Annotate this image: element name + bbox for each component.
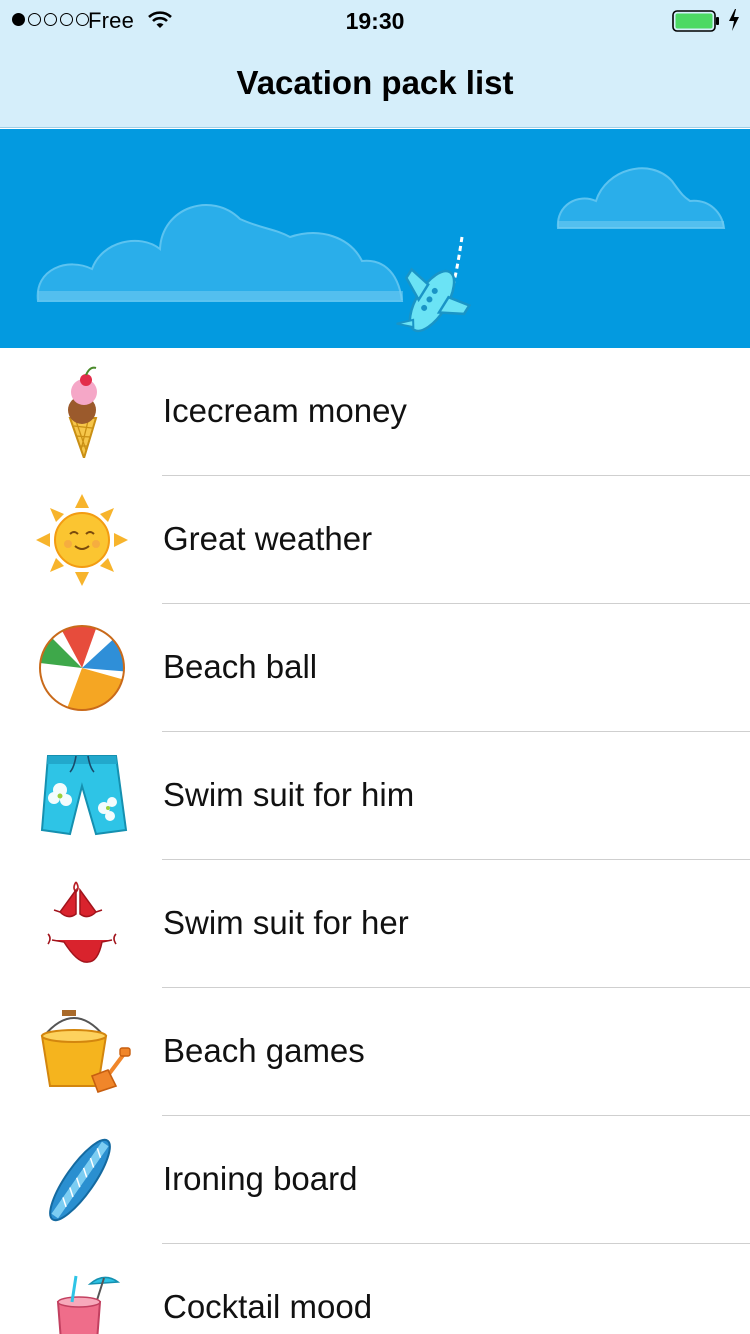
bucket-and-spade-icon xyxy=(40,1010,131,1094)
list-item[interactable]: Great weather xyxy=(0,476,750,604)
cocktail-icon xyxy=(56,1275,121,1334)
navigation-bar: Vacation pack list xyxy=(0,40,750,128)
list-item-label: Beach ball xyxy=(163,648,318,685)
cloud-icon xyxy=(556,167,726,229)
list-item-label: Swim suit for him xyxy=(163,776,415,813)
beach-ball-icon xyxy=(39,625,125,711)
list-item-label: Ironing board xyxy=(163,1160,358,1197)
cloud-icon xyxy=(36,204,404,302)
sun-icon xyxy=(36,494,128,586)
cloud-shadow xyxy=(38,291,403,300)
ice-cream-icon xyxy=(68,366,98,458)
battery-icon xyxy=(672,10,719,32)
cloud-shadow xyxy=(558,221,724,228)
status-time: 19:30 xyxy=(345,8,405,34)
charging-bolt-icon xyxy=(729,9,739,31)
list-item[interactable]: Swim suit for her xyxy=(0,860,750,988)
list-item[interactable]: Ironing board xyxy=(0,1116,750,1244)
list-item[interactable]: Beach ball xyxy=(0,604,750,732)
header-banner xyxy=(0,129,750,348)
banner-illustration xyxy=(36,167,726,333)
swim-trunks-icon xyxy=(40,755,128,836)
list-item[interactable]: Cocktail mood xyxy=(0,1244,750,1334)
list-item[interactable]: Icecream money xyxy=(0,348,750,476)
list-item-label: Icecream money xyxy=(163,392,407,429)
list-item-label: Swim suit for her xyxy=(163,904,409,941)
list-item[interactable]: Beach games xyxy=(0,988,750,1116)
page-title: Vacation pack list xyxy=(236,64,514,101)
list-item-label: Cocktail mood xyxy=(163,1288,373,1325)
bikini-icon xyxy=(47,881,117,963)
pack-list: Icecream money Great weather Beach ball … xyxy=(0,348,750,1334)
status-bar: Free 19:30 xyxy=(0,0,750,40)
list-item[interactable]: Swim suit for him xyxy=(0,732,750,860)
surfboard-icon xyxy=(49,1138,111,1222)
list-item-label: Great weather xyxy=(163,520,373,557)
list-item-label: Beach games xyxy=(163,1032,365,1069)
